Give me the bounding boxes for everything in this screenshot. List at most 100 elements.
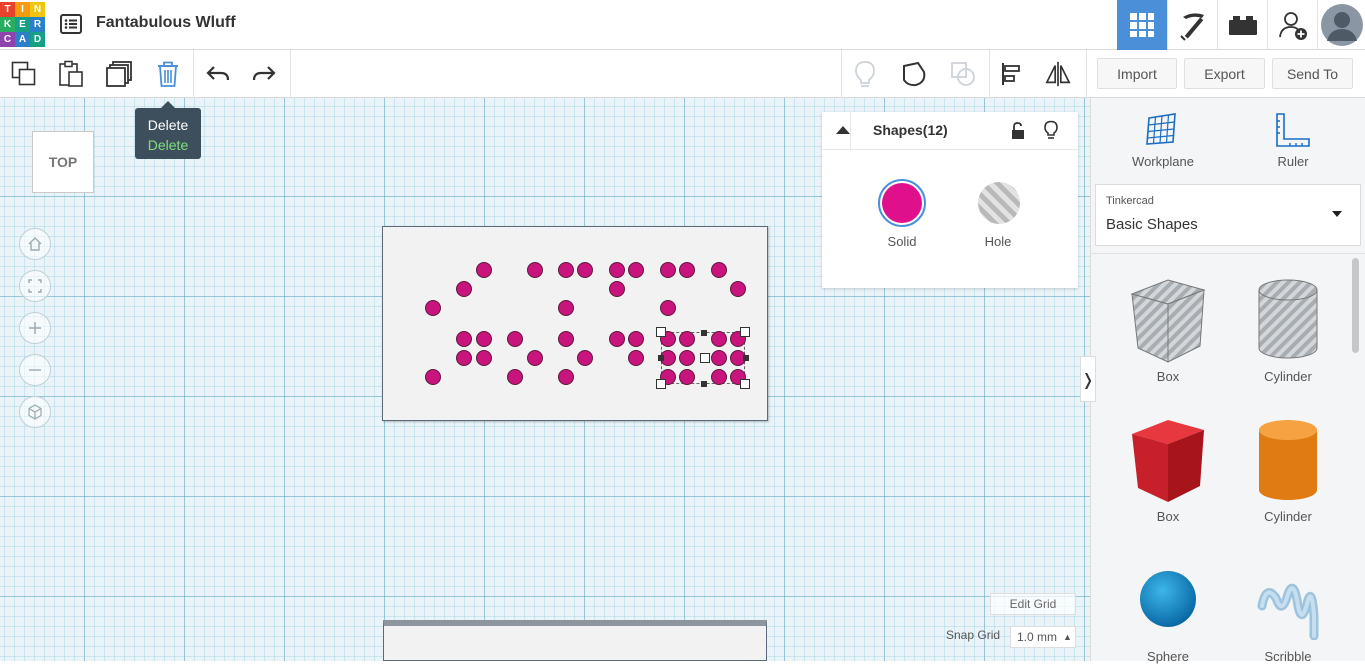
view-cube[interactable]: TOP [32, 131, 94, 193]
document-list-icon[interactable] [60, 14, 82, 34]
braille-dot[interactable] [456, 331, 472, 347]
send-to-button[interactable]: Send To [1272, 58, 1353, 89]
shape-inspector: Shapes(12) Solid Hole [822, 112, 1078, 288]
show-all-button[interactable] [851, 60, 879, 88]
align-button[interactable] [998, 60, 1026, 88]
workplane-label[interactable]: Workplane [1113, 154, 1213, 169]
shapes-scrollbar[interactable] [1352, 258, 1359, 353]
braille-dot[interactable] [711, 331, 727, 347]
height-handle[interactable] [743, 355, 749, 361]
braille-dot[interactable] [609, 262, 625, 278]
plus-icon [29, 322, 41, 334]
solid-color-fill [882, 183, 922, 223]
braille-dot[interactable] [609, 281, 625, 297]
braille-dot[interactable] [660, 262, 676, 278]
scribble-shape[interactable] [1256, 576, 1320, 644]
braille-plate[interactable] [382, 226, 768, 421]
second-plate[interactable] [383, 620, 767, 661]
height-handle[interactable] [658, 355, 664, 361]
braille-dot[interactable] [711, 350, 727, 366]
document-title[interactable]: Fantabulous Wluff [96, 14, 236, 32]
braille-dot[interactable] [456, 281, 472, 297]
braille-dot[interactable] [679, 369, 695, 385]
solid-color-swatch[interactable] [878, 179, 926, 227]
undo-button[interactable] [204, 60, 232, 88]
workplane-icon[interactable] [1144, 112, 1180, 152]
lock-icon[interactable] [1010, 121, 1026, 145]
resize-handle[interactable] [740, 379, 750, 389]
braille-dot[interactable] [476, 262, 492, 278]
box-shape[interactable] [1128, 418, 1206, 508]
braille-dot[interactable] [527, 350, 543, 366]
ungroup-button[interactable] [949, 60, 977, 88]
braille-dot[interactable] [628, 350, 644, 366]
braille-dot[interactable] [711, 262, 727, 278]
tooltip-shortcut: Delete [147, 137, 189, 153]
shape-library-dropdown[interactable]: Tinkercad Basic Shapes [1095, 184, 1361, 246]
redo-button[interactable] [250, 60, 278, 88]
edit-grid-button[interactable]: Edit Grid [990, 593, 1076, 615]
box-hole-shape[interactable] [1128, 278, 1206, 368]
copy-button[interactable] [10, 60, 38, 88]
collapse-icon[interactable] [836, 126, 850, 134]
avatar[interactable] [1317, 0, 1365, 50]
fit-view-button[interactable] [19, 270, 51, 302]
blocks-button[interactable] [1167, 0, 1217, 50]
sphere-shape[interactable] [1138, 569, 1198, 633]
paste-button[interactable] [57, 60, 85, 88]
home-view-button[interactable] [19, 228, 51, 260]
mirror-button[interactable] [1044, 60, 1072, 88]
height-handle[interactable] [701, 330, 707, 336]
duplicate-icon [106, 61, 132, 87]
invite-user-button[interactable] [1267, 0, 1317, 50]
hole-swatch[interactable] [975, 179, 1023, 227]
braille-dot[interactable] [660, 300, 676, 316]
braille-dot[interactable] [679, 350, 695, 366]
braille-dot[interactable] [730, 281, 746, 297]
chevron-up-icon: ▲ [1063, 632, 1072, 642]
delete-button[interactable] [154, 60, 182, 88]
import-button[interactable]: Import [1097, 58, 1177, 89]
braille-dot[interactable] [628, 262, 644, 278]
lightbulb-icon[interactable] [1043, 120, 1059, 144]
bricks-button[interactable] [1217, 0, 1267, 50]
perspective-button[interactable] [19, 396, 51, 428]
snap-grid-select[interactable]: 1.0 mm ▲ [1010, 626, 1076, 648]
braille-dot[interactable] [628, 331, 644, 347]
panel-collapse-tab[interactable]: ❭ [1080, 356, 1096, 402]
braille-dot[interactable] [476, 331, 492, 347]
resize-handle[interactable] [656, 327, 666, 337]
braille-dot[interactable] [425, 369, 441, 385]
braille-dot[interactable] [456, 350, 472, 366]
braille-dot[interactable] [711, 369, 727, 385]
cylinder-hole-shape[interactable] [1256, 278, 1320, 364]
zoom-out-button[interactable] [19, 354, 51, 386]
duplicate-button[interactable] [105, 60, 133, 88]
resize-handle[interactable] [740, 327, 750, 337]
ruler-label[interactable]: Ruler [1243, 154, 1343, 169]
braille-dot[interactable] [577, 262, 593, 278]
braille-dot[interactable] [558, 331, 574, 347]
zoom-in-button[interactable] [19, 312, 51, 344]
resize-handle[interactable] [656, 379, 666, 389]
tinkercad-logo[interactable]: T I N K E R C A D [0, 2, 46, 48]
braille-dot[interactable] [679, 331, 695, 347]
braille-dot[interactable] [558, 369, 574, 385]
cylinder-shape[interactable] [1256, 418, 1320, 506]
braille-dot[interactable] [577, 350, 593, 366]
resize-handle[interactable] [700, 353, 710, 363]
export-button[interactable]: Export [1184, 58, 1265, 89]
braille-dot[interactable] [527, 262, 543, 278]
braille-dot[interactable] [609, 331, 625, 347]
braille-dot[interactable] [425, 300, 441, 316]
braille-dot[interactable] [558, 300, 574, 316]
braille-dot[interactable] [679, 262, 695, 278]
braille-dot[interactable] [558, 262, 574, 278]
braille-dot[interactable] [507, 331, 523, 347]
braille-dot[interactable] [507, 369, 523, 385]
height-handle[interactable] [701, 381, 707, 387]
ruler-icon[interactable] [1275, 112, 1311, 152]
braille-dot[interactable] [476, 350, 492, 366]
group-button[interactable] [900, 60, 928, 88]
grid-view-button[interactable] [1117, 0, 1167, 50]
